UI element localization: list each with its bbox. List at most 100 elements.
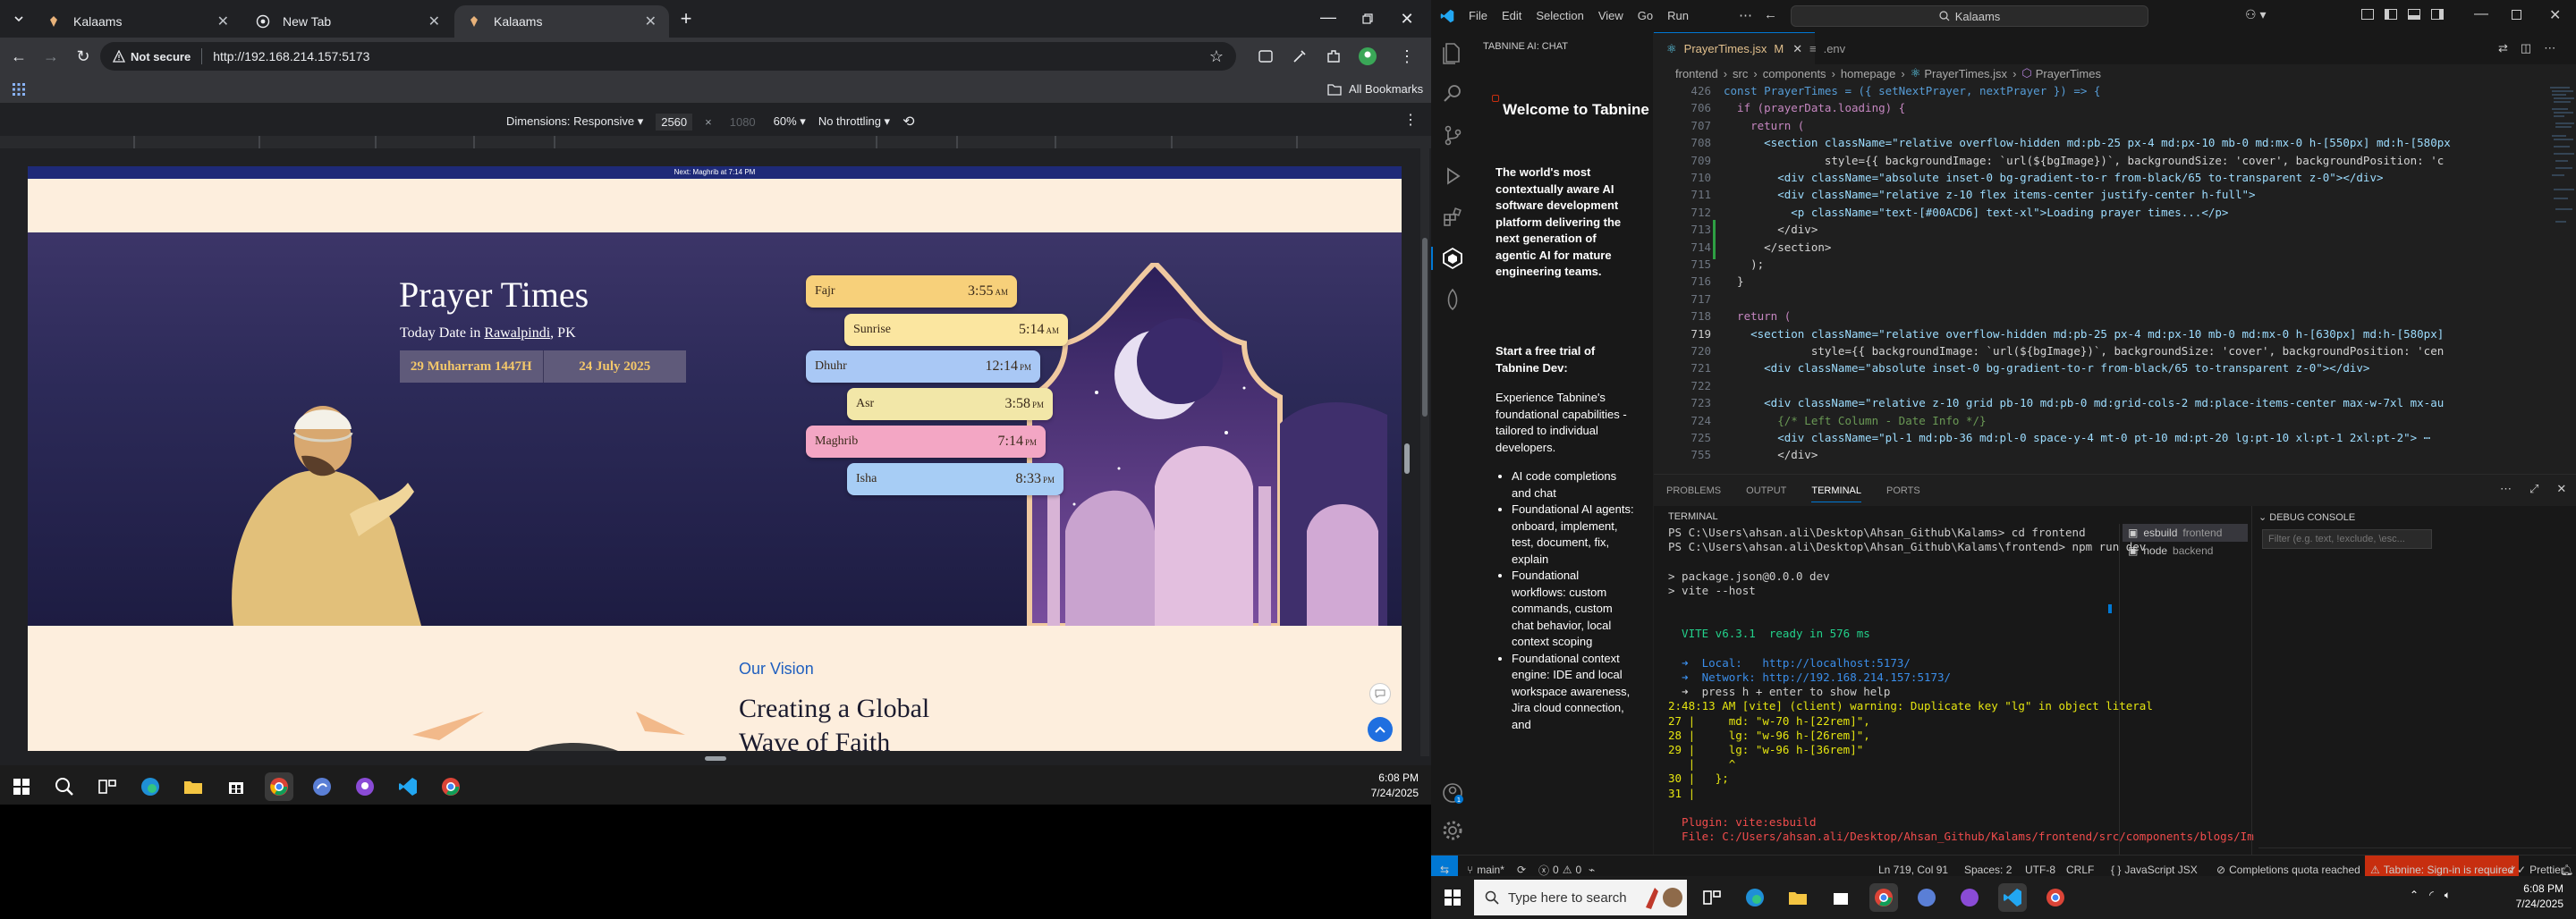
scroll-to-top-button[interactable] [1368,717,1393,742]
crumb[interactable]: homepage [1841,67,1895,80]
bookmark-star-icon[interactable]: ☆ [1209,47,1224,66]
city-link[interactable]: Rawalpindi [484,325,550,341]
edge-icon[interactable] [136,772,165,801]
not-secure-label[interactable]: Not secure [131,50,191,63]
crumb[interactable]: src [1733,67,1748,80]
chevron-down-icon[interactable]: ⌄ [2258,512,2269,523]
address-bar[interactable]: Not secure http://192.168.214.157:5173 ☆ [100,42,1236,71]
chrome-taskbar-icon-2[interactable] [436,772,465,801]
reload-icon[interactable]: ↻ [72,45,95,68]
zoom-dropdown[interactable]: 60% ▾ [774,114,806,129]
crumb[interactable]: frontend [1675,67,1718,80]
file-explorer-icon[interactable] [1784,883,1812,912]
app-bird-icon[interactable] [308,772,336,801]
crumb[interactable]: PrayerTimes [2036,67,2101,80]
vscode-restore-icon[interactable] [2512,10,2521,20]
code-line[interactable]: <section className="relative overflow-hi… [1724,327,2444,341]
menu-edit[interactable]: Edit [1502,9,1521,22]
code-line[interactable]: </div> [1724,223,1818,236]
store-icon[interactable] [222,772,250,801]
panel-tab-output[interactable]: OUTPUT [1746,485,1786,502]
vscode-minimize-icon[interactable]: — [2474,6,2488,22]
task-view-icon[interactable] [93,772,122,801]
tray-chevron-up-icon[interactable]: ⌃ [2410,889,2419,902]
code-line[interactable]: if (prayerData.loading) { [1724,101,1905,114]
dimensions-dropdown[interactable]: Dimensions: Responsive ▾ [506,114,643,129]
tab-kalaams-1[interactable]: Kalaams ✕ [34,5,242,38]
github-desktop-icon[interactable] [351,772,379,801]
explorer-icon[interactable] [1441,41,1464,64]
panel-more-icon[interactable]: ⋯ [2500,482,2512,496]
windows-start-icon[interactable] [1438,883,1467,912]
source-control-icon[interactable] [1441,123,1464,147]
command-center-search[interactable]: Kalaams [1791,5,2148,27]
vscode-taskbar-icon[interactable] [394,772,422,801]
throttle-dropdown[interactable]: No throttling ▾ [818,114,890,129]
chat-widget-button[interactable] [1369,683,1391,704]
scrollbar-thumb[interactable] [1422,238,1428,417]
code-line[interactable]: return ( [1724,309,1791,323]
apps-grid-icon[interactable] [7,78,30,101]
code-line[interactable]: <section className="relative overflow-hi… [1724,136,2451,149]
volume-icon[interactable]: 🔈︎ [2445,889,2451,902]
wifi-icon[interactable]: ◜ [2429,889,2434,902]
page-scrollbar[interactable] [1420,148,1429,756]
code-line[interactable]: <div className="relative z-10 grid pb-10… [1724,396,2444,409]
viewport-width-input[interactable]: 2560 [656,113,693,131]
tab-new-tab[interactable]: New Tab ✕ [243,5,453,38]
code-line[interactable]: style={{ backgroundImage: `url(${bgImage… [1724,154,2444,167]
edge-icon[interactable] [1741,883,1769,912]
code-line[interactable]: return ( [1724,119,1804,132]
chrome-taskbar-icon[interactable] [1869,883,1898,912]
more-menu-icon[interactable]: ⋯ [1739,7,1752,23]
code-line[interactable]: <div className="pl-1 md:pb-36 md:pl-0 sp… [1724,431,2430,444]
menu-run[interactable]: Run [1667,9,1689,22]
task-view-icon[interactable] [1698,883,1726,912]
panel-tab-problems[interactable]: PROBLEMS [1666,485,1721,502]
panel-tab-ports[interactable]: PORTS [1886,485,1920,502]
chrome-taskbar-icon[interactable] [265,772,293,801]
nav-back-icon[interactable]: ← [1764,7,1777,22]
tab-search-icon[interactable] [7,7,30,30]
copilot-icon[interactable]: ⚇ ▾ [2245,7,2266,22]
menu-file[interactable]: File [1469,9,1487,22]
close-tab-icon[interactable]: ✕ [645,13,657,30]
code-line[interactable]: <div className="absolute inset-0 bg-grad… [1724,171,2383,184]
url-text[interactable]: http://192.168.214.157:5173 [213,49,369,63]
code-line[interactable]: <p className="text-[#00ACD6] text-xl">Lo… [1724,206,2228,219]
editor-tab-env[interactable]: ≡ .env [1797,32,1858,64]
viewport-resize-handle-right[interactable] [1404,443,1410,474]
code-line[interactable]: {/* Left Column - Date Info */} [1724,414,1986,427]
code-line[interactable]: ); [1724,257,1764,271]
close-window-icon[interactable]: ✕ [1395,7,1419,30]
taskbar-search-box[interactable]: Type here to search [1474,880,1687,915]
code-line[interactable]: <div className="absolute inset-0 bg-grad… [1724,361,2369,375]
code-line[interactable]: style={{ backgroundImage: `url(${bgImage… [1724,344,2444,358]
close-tab-icon[interactable]: ✕ [428,13,440,30]
code-line[interactable]: </section> [1724,240,1831,254]
viewport-resize-handle-bottom[interactable] [705,756,726,761]
taskbar-search-icon[interactable] [50,772,79,801]
editor-more-icon[interactable]: ⋯ [2544,41,2555,55]
all-bookmarks-button[interactable]: All Bookmarks [1327,82,1423,96]
terminal-area[interactable]: TERMINAL PS C:\Users\ahsan.ali\Desktop\A… [1654,506,2576,855]
store-icon[interactable] [1826,883,1855,912]
search-view-icon[interactable] [1441,82,1464,105]
code-editor[interactable]: 426 const PrayerTimes = ({ setNextPrayer,… [1654,82,2576,474]
profile-avatar[interactable] [1356,45,1379,68]
run-debug-icon[interactable] [1441,164,1464,188]
toggle-sidebar-icon[interactable] [2361,9,2374,20]
editor-tab-prayertimes[interactable]: ⚛ PrayerTimes.jsx M ✕ [1654,32,1816,64]
minimize-icon[interactable]: — [1317,5,1340,29]
right-clock[interactable]: 6:08 PM 7/24/2025 [2501,881,2563,912]
vscode-taskbar-icon[interactable] [1998,883,2027,912]
toggle-panel-icon[interactable] [2408,9,2420,20]
code-line[interactable]: const PrayerTimes = ({ setNextPrayer, ne… [1724,84,2100,97]
toggle-secondary-sidebar-icon[interactable] [2431,9,2444,20]
extensions-icon[interactable] [1441,206,1464,229]
panel-tab-terminal[interactable]: TERMINAL [1811,485,1861,502]
mongo-leaf-icon[interactable] [1441,288,1464,311]
close-panel-icon[interactable]: ✕ [2556,482,2566,496]
new-tab-plus-icon[interactable]: + [674,7,698,30]
rotate-icon[interactable]: ⟲ [902,113,914,131]
